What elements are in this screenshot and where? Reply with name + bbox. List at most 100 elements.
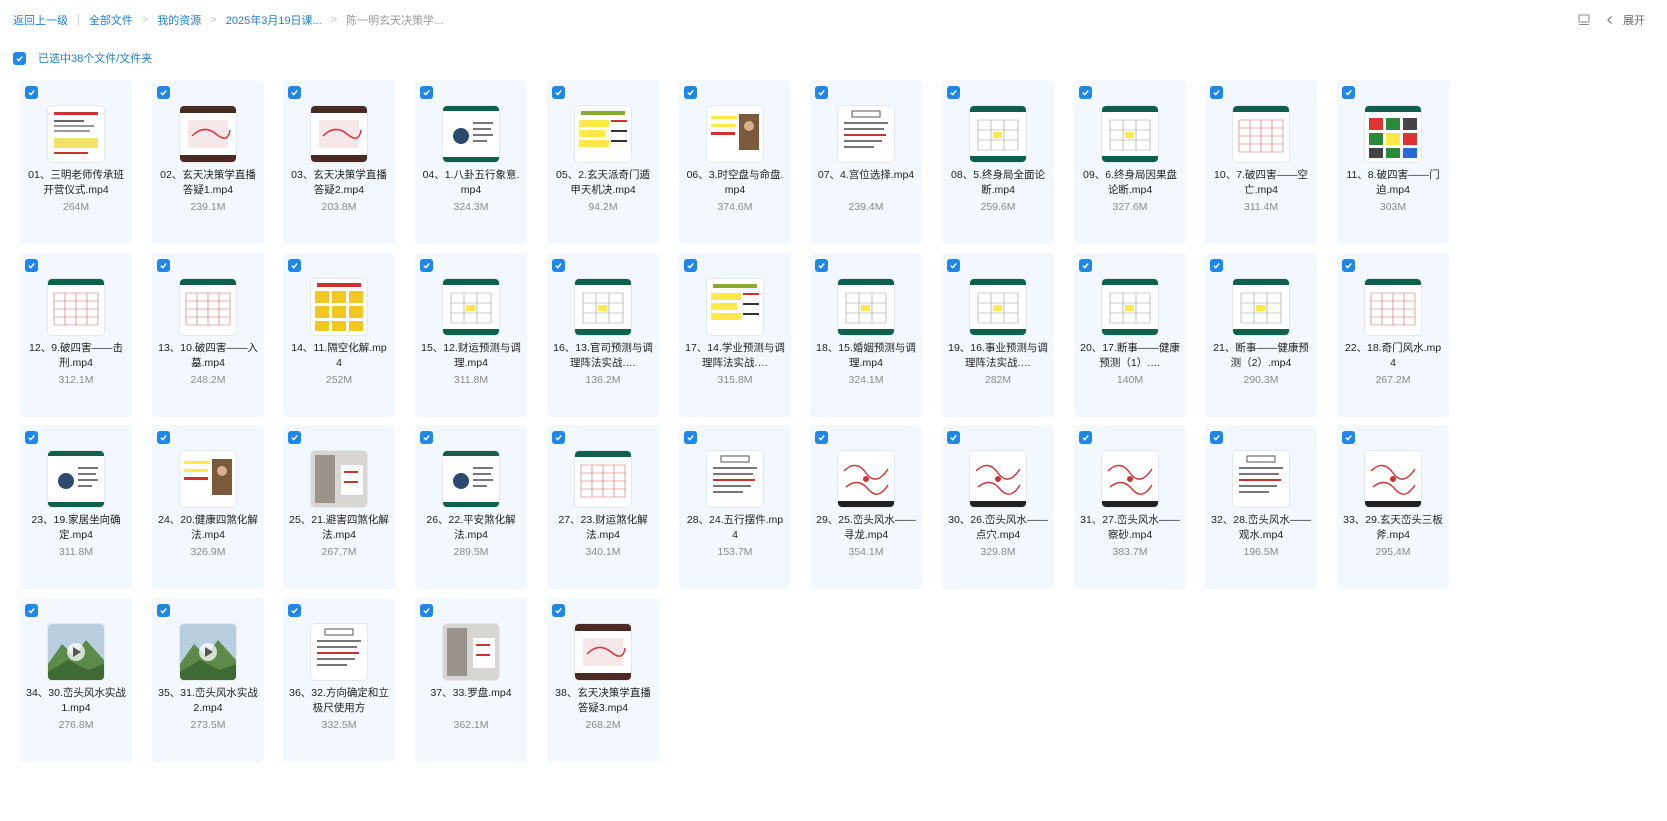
file-name[interactable]: 09、6.终身局因果盘论断.mp4 (1080, 168, 1180, 198)
file-checkbox[interactable] (157, 86, 170, 99)
file-name[interactable]: 07、4.宫位选择.mp4 (816, 168, 916, 183)
video-thumbnail[interactable] (443, 624, 499, 680)
file-card[interactable]: 37、33.罗盘.mp4 362.1M (415, 598, 527, 762)
file-checkbox[interactable] (684, 259, 697, 272)
file-card[interactable]: 32、28.峦头风水——观水.mp4 196.5M (1205, 425, 1317, 589)
file-checkbox[interactable] (1210, 259, 1223, 272)
file-checkbox[interactable] (684, 86, 697, 99)
file-card[interactable]: 01、三明老师传承班开营仪式.mp4 264M (20, 80, 132, 244)
video-thumbnail[interactable] (970, 279, 1026, 335)
video-thumbnail[interactable] (180, 451, 236, 507)
video-thumbnail[interactable] (443, 279, 499, 335)
video-thumbnail[interactable] (1365, 279, 1421, 335)
file-checkbox[interactable] (288, 604, 301, 617)
file-card[interactable]: 23、19.家居坐向确定.mp4 311.8M (20, 425, 132, 589)
file-name[interactable]: 13、10.破四害——入墓.mp4 (158, 341, 258, 371)
video-thumbnail[interactable] (311, 106, 367, 162)
file-name[interactable]: 36、32.方向确定和立极尺使用方 (289, 686, 389, 716)
file-name[interactable]: 27、23.财运煞化解法.mp4 (553, 513, 653, 543)
video-thumbnail[interactable] (575, 106, 631, 162)
file-checkbox[interactable] (684, 431, 697, 444)
video-thumbnail[interactable] (575, 279, 631, 335)
file-card[interactable]: 07、4.宫位选择.mp4 239.4M (810, 80, 922, 244)
file-card[interactable]: 08、5.终身局全面论断.mp4 259.6M (942, 80, 1054, 244)
file-name[interactable]: 14、11.隔空化解.mp4 (289, 341, 389, 371)
file-card[interactable]: 11、8.破四害——门迫.mp4 303M (1337, 80, 1449, 244)
file-name[interactable]: 08、5.终身局全面论断.mp4 (948, 168, 1048, 198)
file-name[interactable]: 33、29.玄天峦头三板斧.mp4 (1343, 513, 1443, 543)
video-thumbnail[interactable] (311, 624, 367, 680)
video-thumbnail[interactable] (1233, 279, 1289, 335)
video-thumbnail[interactable] (1365, 451, 1421, 507)
file-card[interactable]: 28、24.五行摆件.mp4 153.7M (679, 425, 791, 589)
video-thumbnail[interactable] (1102, 106, 1158, 162)
file-card[interactable]: 09、6.终身局因果盘论断.mp4 327.6M (1074, 80, 1186, 244)
video-thumbnail[interactable] (443, 106, 499, 162)
video-thumbnail[interactable] (48, 451, 104, 507)
video-thumbnail[interactable] (707, 106, 763, 162)
file-name[interactable]: 03、玄天决策学直播答疑2.mp4 (289, 168, 389, 198)
file-card[interactable]: 30、26.峦头风水——点穴.mp4 329.8M (942, 425, 1054, 589)
video-thumbnail[interactable] (575, 624, 631, 680)
file-card[interactable]: 19、16.事业预测与调理阵法实战.… 282M (942, 253, 1054, 417)
file-name[interactable]: 04、1.八卦五行象意.mp4 (421, 168, 521, 198)
file-card[interactable]: 05、2.玄天派奇门遁甲天机决.mp4 94.2M (547, 80, 659, 244)
file-checkbox[interactable] (420, 259, 433, 272)
file-name[interactable]: 20、17.断事——健康预测（1）.… (1080, 341, 1180, 371)
video-thumbnail[interactable] (838, 106, 894, 162)
file-card[interactable]: 18、15.婚姻预测与调理.mp4 324.1M (810, 253, 922, 417)
file-checkbox[interactable] (815, 86, 828, 99)
file-card[interactable]: 20、17.断事——健康预测（1）.… 140M (1074, 253, 1186, 417)
file-name[interactable]: 11、8.破四害——门迫.mp4 (1343, 168, 1443, 198)
file-name[interactable]: 28、24.五行摆件.mp4 (685, 513, 785, 543)
file-checkbox[interactable] (288, 86, 301, 99)
file-card[interactable]: 14、11.隔空化解.mp4 252M (283, 253, 395, 417)
video-thumbnail[interactable] (838, 451, 894, 507)
file-card[interactable]: 13、10.破四害——入墓.mp4 248.2M (152, 253, 264, 417)
file-checkbox[interactable] (157, 259, 170, 272)
file-card[interactable]: 24、20.健康四煞化解法.mp4 326.9M (152, 425, 264, 589)
breadcrumb-course-folder[interactable]: 2025年3月19日课... (226, 12, 322, 28)
video-thumbnail[interactable] (1102, 451, 1158, 507)
file-card[interactable]: 16、13.官司预测与调理阵法实战.… 136.2M (547, 253, 659, 417)
video-thumbnail[interactable] (48, 279, 104, 335)
expand-button[interactable]: 展开 (1623, 12, 1645, 28)
file-checkbox[interactable] (25, 86, 38, 99)
file-name[interactable]: 29、25.峦头风水——寻龙.mp4 (816, 513, 916, 543)
video-thumbnail[interactable] (1233, 106, 1289, 162)
file-name[interactable]: 30、26.峦头风水——点穴.mp4 (948, 513, 1048, 543)
file-checkbox[interactable] (552, 431, 565, 444)
file-card[interactable]: 10、7.破四害——空亡.mp4 311.4M (1205, 80, 1317, 244)
file-checkbox[interactable] (815, 431, 828, 444)
file-name[interactable]: 31、27.峦头风水——察砂.mp4 (1080, 513, 1180, 543)
video-thumbnail[interactable] (838, 279, 894, 335)
file-name[interactable]: 16、13.官司预测与调理阵法实战.… (553, 341, 653, 371)
file-card[interactable]: 04、1.八卦五行象意.mp4 324.3M (415, 80, 527, 244)
file-name[interactable]: 12、9.破四害——击刑.mp4 (26, 341, 126, 371)
file-card[interactable]: 22、18.奇门风水.mp4 267.2M (1337, 253, 1449, 417)
list-view-icon[interactable] (1577, 13, 1591, 27)
video-thumbnail[interactable] (48, 106, 104, 162)
file-checkbox[interactable] (288, 431, 301, 444)
video-thumbnail[interactable] (575, 451, 631, 507)
file-name[interactable]: 21、断事——健康预测（2）.mp4 (1211, 341, 1311, 371)
select-all-checkbox[interactable] (13, 51, 26, 65)
file-checkbox[interactable] (288, 259, 301, 272)
file-card[interactable]: 29、25.峦头风水——寻龙.mp4 354.1M (810, 425, 922, 589)
video-thumbnail[interactable] (970, 106, 1026, 162)
file-name[interactable]: 17、14.学业预测与调理阵法实战.… (685, 341, 785, 371)
file-card[interactable]: 33、29.玄天峦头三板斧.mp4 295.4M (1337, 425, 1449, 589)
file-card[interactable]: 12、9.破四害——击刑.mp4 312.1M (20, 253, 132, 417)
file-checkbox[interactable] (1342, 86, 1355, 99)
video-thumbnail[interactable] (180, 279, 236, 335)
file-name[interactable]: 25、21.避害四煞化解法.mp4 (289, 513, 389, 543)
file-name[interactable]: 38、玄天决策学直播答疑3.mp4 (553, 686, 653, 716)
file-checkbox[interactable] (1342, 431, 1355, 444)
file-name[interactable]: 01、三明老师传承班开营仪式.mp4 (26, 168, 126, 198)
video-thumbnail[interactable] (1233, 451, 1289, 507)
file-checkbox[interactable] (947, 86, 960, 99)
file-checkbox[interactable] (1342, 259, 1355, 272)
file-name[interactable]: 24、20.健康四煞化解法.mp4 (158, 513, 258, 543)
file-card[interactable]: 03、玄天决策学直播答疑2.mp4 203.8M (283, 80, 395, 244)
file-name[interactable]: 05、2.玄天派奇门遁甲天机决.mp4 (553, 168, 653, 198)
